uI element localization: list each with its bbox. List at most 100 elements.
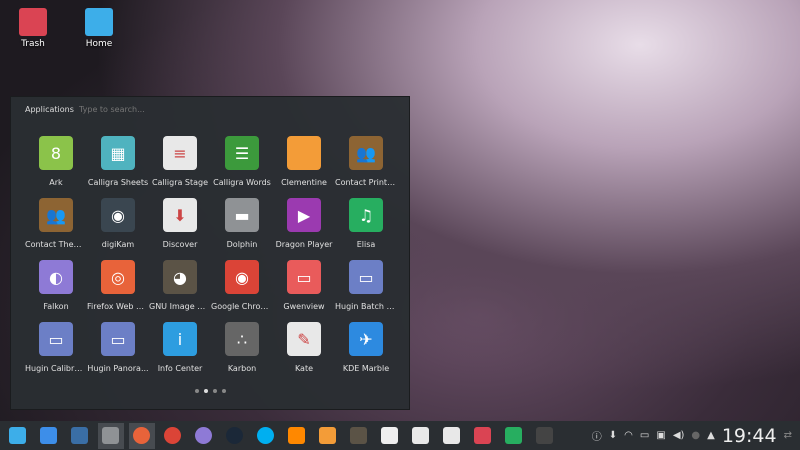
home-folder-icon xyxy=(85,8,113,36)
dolphin-icon xyxy=(102,427,119,444)
application-launcher-panel: Applications 8 Ark ▦ Calligra Sheets ≡ Callig… xyxy=(10,96,410,410)
taskbar-calligra[interactable] xyxy=(408,423,434,449)
app-item[interactable]: ▦ Calligra Sheets xyxy=(87,136,149,187)
taskbar-application-launcher[interactable] xyxy=(5,423,31,449)
app-item[interactable]: ◎ Firefox Web B... xyxy=(87,260,149,311)
skype-icon xyxy=(257,427,274,444)
updates-icon[interactable]: ⬇ xyxy=(609,430,617,441)
app-label: Calligra Words xyxy=(213,178,271,187)
app-label: Dragon Player xyxy=(275,240,333,249)
show-desktop-icon xyxy=(40,427,57,444)
taskbar-firefox[interactable] xyxy=(128,422,155,449)
app-item[interactable]: 8 Ark xyxy=(25,136,87,187)
app-label: Google Chrome xyxy=(211,302,273,311)
app-label: KDE Marble xyxy=(342,364,390,373)
app-item[interactable]: ✈ KDE Marble xyxy=(335,322,397,373)
app-label: digiKam xyxy=(101,240,135,249)
page-dot[interactable] xyxy=(204,389,208,393)
vlc-icon xyxy=(288,427,305,444)
app-icon: ◎ xyxy=(101,260,135,294)
battery-icon[interactable]: ▭ xyxy=(640,430,649,441)
app-item[interactable]: ▭ Gwenview xyxy=(273,260,335,311)
taskbar-falkon[interactable] xyxy=(191,423,217,449)
page-dot[interactable] xyxy=(195,389,199,393)
app-item[interactable]: ▬ Dolphin xyxy=(211,198,273,249)
wifi-icon[interactable]: ◠ xyxy=(624,430,633,441)
taskbar-kdenlive[interactable] xyxy=(470,423,496,449)
app-label: Kate xyxy=(294,364,314,373)
app-item[interactable]: ◕ GNU Image M... xyxy=(149,260,211,311)
app-item[interactable]: ◐ Falkon xyxy=(25,260,87,311)
app-label: Clementine xyxy=(281,178,327,187)
app-item[interactable]: ▶ Dragon Player xyxy=(273,198,335,249)
app-icon: ≡ xyxy=(163,136,197,170)
kde-connect-icon[interactable]: ▣ xyxy=(656,430,665,441)
app-icon: ∴ xyxy=(225,322,259,356)
app-icon: ▭ xyxy=(39,322,73,356)
app-icon: ▭ xyxy=(287,260,321,294)
app-label: Ark xyxy=(49,178,63,187)
terminal-icon xyxy=(536,427,553,444)
app-item[interactable]: i Info Center xyxy=(149,322,211,373)
app-item[interactable]: ♫ Elisa xyxy=(335,198,397,249)
app-item[interactable]: ▭ Hugin Panora... xyxy=(87,322,149,373)
app-item[interactable]: ∴ Karbon xyxy=(211,322,273,373)
taskbar-terminal[interactable] xyxy=(532,423,558,449)
page-dot[interactable] xyxy=(222,389,226,393)
taskbar-clementine[interactable] xyxy=(315,423,341,449)
app-item[interactable]: ≡ Calligra Stage xyxy=(149,136,211,187)
taskbar-skype[interactable] xyxy=(253,423,279,449)
taskbar-vlc[interactable] xyxy=(284,423,310,449)
app-icon: ▶ xyxy=(287,198,321,232)
screenshot-icon xyxy=(71,427,88,444)
app-label: Contact Print ... xyxy=(335,178,397,187)
app-label: Hugin Batch P... xyxy=(335,302,397,311)
desktop-trash[interactable]: Trash xyxy=(8,8,58,49)
app-item[interactable]: ◉ Google Chrome xyxy=(211,260,273,311)
chrome-icon xyxy=(164,427,181,444)
app-item[interactable]: 👥 Contact Them... xyxy=(25,198,87,249)
app-icon: ♫ xyxy=(349,198,383,232)
taskbar-text-editor[interactable] xyxy=(377,423,403,449)
app-item[interactable]: ◉ digiKam xyxy=(87,198,149,249)
taskbar-show-desktop[interactable] xyxy=(36,423,62,449)
taskbar-dolphin[interactable] xyxy=(97,422,124,449)
app-label: GNU Image M... xyxy=(149,302,211,311)
app-label: Calligra Stage xyxy=(151,178,209,187)
app-item[interactable]: ✎ Kate xyxy=(273,322,335,373)
taskbar-screenshot[interactable] xyxy=(67,423,93,449)
desktop-home[interactable]: Home xyxy=(74,8,124,49)
page-indicator[interactable] xyxy=(195,389,226,393)
falkon-icon xyxy=(195,427,212,444)
app-item[interactable]: ⬇ Discover xyxy=(149,198,211,249)
firefox-icon xyxy=(133,427,150,444)
drop-icon[interactable]: ● xyxy=(691,430,700,441)
app-label: Discover xyxy=(162,240,198,249)
panel-settings-icon[interactable]: ⇄ xyxy=(784,430,792,441)
app-item[interactable]: Clementine xyxy=(273,136,335,187)
volume-icon[interactable]: ◀) xyxy=(673,430,685,441)
app-label: Hugin Calibrat... xyxy=(25,364,87,373)
launcher-title: Applications xyxy=(25,105,74,114)
page-dot[interactable] xyxy=(213,389,217,393)
notifications-icon[interactable]: ⓘ xyxy=(592,428,602,443)
app-item[interactable]: ☰ Calligra Words xyxy=(211,136,273,187)
app-icon: ✈ xyxy=(349,322,383,356)
taskbar-okular[interactable] xyxy=(439,423,465,449)
taskbar-steam[interactable] xyxy=(222,423,248,449)
taskbar-gimp[interactable] xyxy=(346,423,372,449)
app-icon: ☰ xyxy=(225,136,259,170)
app-item[interactable]: ▭ Hugin Batch P... xyxy=(335,260,397,311)
system-tray: ⓘ ⬇ ◠ ▭ ▣ ◀) ● ▲ 19:44 ⇄ xyxy=(592,421,792,450)
search-input[interactable] xyxy=(79,105,279,114)
app-item[interactable]: 👥 Contact Print ... xyxy=(335,136,397,187)
app-icon xyxy=(287,136,321,170)
clock[interactable]: 19:44 xyxy=(722,425,777,447)
app-label: Dolphin xyxy=(226,240,258,249)
app-icon: ⬇ xyxy=(163,198,197,232)
app-item[interactable]: ▭ Hugin Calibrat... xyxy=(25,322,87,373)
expand-tray-icon[interactable]: ▲ xyxy=(707,430,715,441)
app-icon: ▦ xyxy=(101,136,135,170)
taskbar-chrome[interactable] xyxy=(160,423,186,449)
taskbar-system-monitor[interactable] xyxy=(501,423,527,449)
